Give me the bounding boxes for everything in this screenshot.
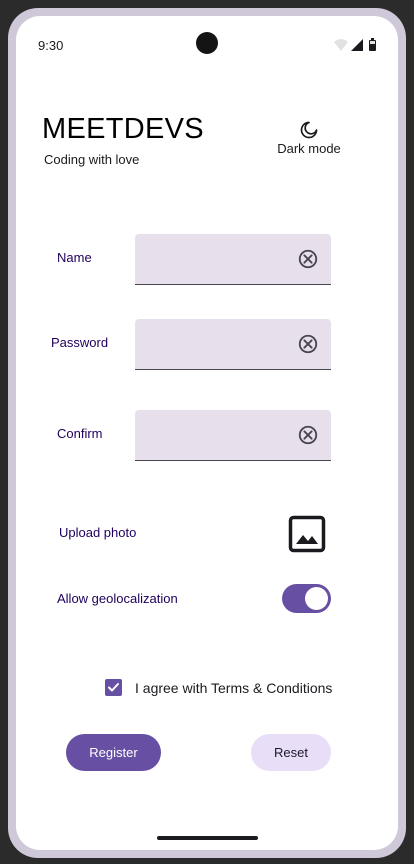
confirm-label: Confirm xyxy=(57,426,103,441)
image-icon[interactable] xyxy=(288,515,326,553)
dark-mode-toggle[interactable]: Dark mode xyxy=(268,120,350,160)
confirm-field[interactable] xyxy=(135,410,331,461)
moon-icon xyxy=(300,121,318,139)
status-time: 9:30 xyxy=(38,38,64,53)
app-title: MEETDEVS xyxy=(42,113,204,145)
register-button[interactable]: Register xyxy=(66,734,161,771)
terms-label: I agree with Terms & Conditions xyxy=(135,680,333,696)
switch-thumb xyxy=(305,587,328,610)
name-input[interactable] xyxy=(147,248,291,272)
clear-confirm-icon[interactable] xyxy=(297,424,319,446)
dark-mode-label: Dark mode xyxy=(277,141,341,156)
geolocalization-switch[interactable] xyxy=(282,584,331,613)
upload-photo-label: Upload photo xyxy=(59,525,137,540)
reset-button[interactable]: Reset xyxy=(251,734,331,771)
signal-icon xyxy=(351,39,363,51)
terms-checkbox[interactable] xyxy=(105,679,122,696)
app-subtitle: Coding with love xyxy=(44,152,140,167)
battery-icon xyxy=(369,38,376,51)
check-icon xyxy=(108,683,119,692)
clear-password-icon[interactable] xyxy=(297,333,319,355)
confirm-input[interactable] xyxy=(147,424,291,448)
password-label: Password xyxy=(51,335,109,350)
phone-frame: 9:30 MEETDEVS Coding with love Dark mode xyxy=(8,8,406,858)
clear-name-icon[interactable] xyxy=(297,248,319,270)
wifi-icon xyxy=(334,39,348,51)
name-field[interactable] xyxy=(135,234,331,285)
name-label: Name xyxy=(57,250,92,265)
front-camera xyxy=(196,32,218,54)
gesture-nav-handle[interactable] xyxy=(157,836,258,840)
geolocalization-label: Allow geolocalization xyxy=(57,591,178,606)
password-field[interactable] xyxy=(135,319,331,370)
app-screen: 9:30 MEETDEVS Coding with love Dark mode xyxy=(16,16,398,850)
status-icons xyxy=(334,38,376,51)
password-input[interactable] xyxy=(147,333,291,357)
